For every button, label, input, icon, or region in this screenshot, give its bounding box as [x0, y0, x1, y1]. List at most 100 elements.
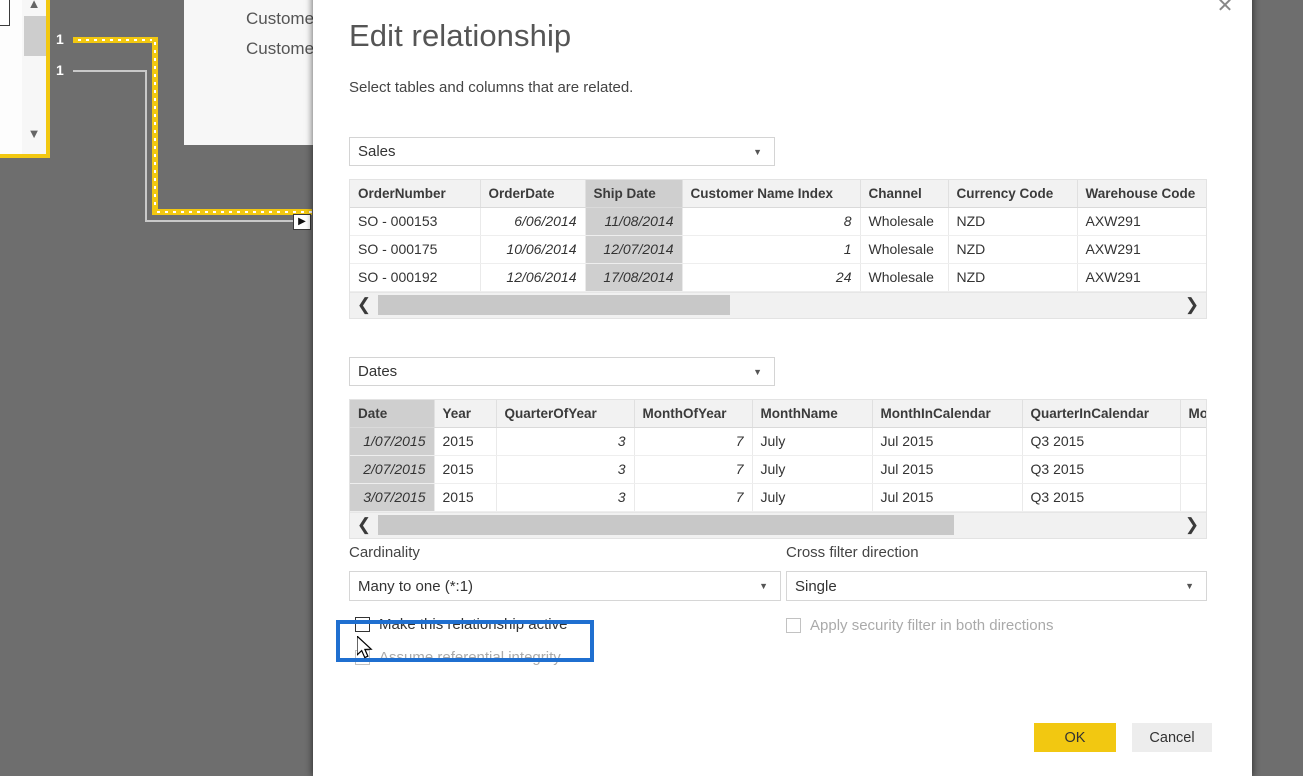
close-icon[interactable]: ✕ [1208, 0, 1242, 20]
cell: NZD [948, 263, 1078, 292]
to-col-header-truncated[interactable]: Mo [1180, 400, 1206, 428]
scrollbar-thumb[interactable] [378, 295, 730, 315]
cell: 8 [682, 207, 861, 236]
from-table: OrderNumber OrderDate Ship Date Customer… [350, 180, 1206, 292]
cardinality-label-1: 1 [56, 31, 64, 47]
relationship-arrow-right-icon[interactable]: ▶ [293, 214, 311, 230]
cell: Q3 2015 [1022, 455, 1181, 484]
table-row: SO - 000175 10/06/2014 12/07/2014 1 Whol… [350, 235, 1206, 264]
cell: SO - 000153 [350, 207, 481, 236]
from-table-select-value: Sales [358, 143, 396, 160]
cell: 3 [496, 427, 635, 456]
table-row: 2/07/2015 2015 3 7 July Jul 2015 Q3 2015 [350, 455, 1206, 484]
ok-button[interactable]: OK [1034, 723, 1116, 752]
chevron-down-icon: ▼ [1185, 581, 1194, 591]
apply-security-filter-label: Apply security filter in both directions [810, 617, 1054, 634]
edit-relationship-dialog: ✕ Edit relationship Select tables and co… [313, 0, 1252, 776]
table-row: 3/07/2015 2015 3 7 July Jul 2015 Q3 2015 [350, 483, 1206, 512]
make-relationship-active-label: Make this relationship active [379, 616, 568, 633]
to-table-select-value: Dates [358, 363, 398, 380]
from-col-header-shipdate[interactable]: Ship Date [585, 180, 683, 208]
cell: NZD [948, 235, 1078, 264]
relationship-line-selected[interactable] [73, 37, 158, 43]
table-row: 1/07/2015 2015 3 7 July Jul 2015 Q3 2015 [350, 427, 1206, 456]
relationship-line-inactive[interactable] [73, 70, 146, 72]
cell: 2015 [434, 427, 497, 456]
cell: 2/07/2015 [350, 455, 435, 484]
cell: Jul 2015 [872, 483, 1023, 512]
cardinality-value: Many to one (*:1) [358, 577, 474, 595]
cardinality-label-2: 1 [56, 62, 64, 78]
cell: 24 [682, 263, 861, 292]
table-row: SO - 000153 6/06/2014 11/08/2014 8 Whole… [350, 207, 1206, 236]
cell: Wholesale [860, 263, 949, 292]
scroll-right-icon[interactable]: ❯ [1178, 292, 1206, 318]
apply-security-filter-checkbox-row: Apply security filter in both directions [786, 617, 1053, 634]
relationship-line-selected[interactable] [152, 37, 158, 215]
from-col-header-ordernumber[interactable]: OrderNumber [350, 180, 481, 208]
to-col-header-monthofyear[interactable]: MonthOfYear [634, 400, 753, 428]
to-col-header-quarterincalendar[interactable]: QuarterInCalendar [1022, 400, 1181, 428]
cardinality-select[interactable]: Many to one (*:1) ▼ [349, 571, 781, 601]
cell: Wholesale [860, 235, 949, 264]
model-table-card-scrollbar[interactable]: ▲ ▼ [22, 0, 46, 154]
to-col-header-date[interactable]: Date [350, 400, 435, 428]
cell: SO - 000175 [350, 235, 481, 264]
scroll-right-icon[interactable]: ❯ [1178, 512, 1206, 538]
scrollbar-thumb[interactable] [378, 515, 954, 535]
scroll-left-icon[interactable]: ❮ [350, 292, 378, 318]
to-table-select[interactable]: Dates ▼ [349, 357, 775, 386]
from-table-select[interactable]: Sales ▼ [349, 137, 775, 166]
cell [1180, 455, 1206, 484]
cell: 1/07/2015 [350, 427, 435, 456]
from-table-horizontal-scrollbar[interactable]: ❮ ❯ [350, 291, 1206, 318]
dialog-title: Edit relationship [349, 18, 572, 53]
scroll-up-icon[interactable]: ▲ [22, 0, 46, 14]
dialog-subtitle: Select tables and columns that are relat… [349, 79, 634, 96]
cell: Q3 2015 [1022, 483, 1181, 512]
assume-referential-integrity-checkbox-row: Assume referential integrity [355, 649, 561, 666]
from-col-header-currencycode[interactable]: Currency Code [948, 180, 1078, 208]
from-col-header-warehousecode[interactable]: Warehouse Code [1077, 180, 1206, 208]
model-table-card-left-field-box [0, 0, 10, 26]
cell: July [752, 455, 873, 484]
relationship-line-selected[interactable] [152, 209, 312, 215]
to-col-header-monthname[interactable]: MonthName [752, 400, 873, 428]
to-col-header-year[interactable]: Year [434, 400, 497, 428]
to-table-preview-grid[interactable]: Date Year QuarterOfYear MonthOfYear Mont… [349, 399, 1207, 539]
relationship-line-inactive[interactable] [145, 70, 147, 222]
cell: 7 [634, 483, 753, 512]
to-table: Date Year QuarterOfYear MonthOfYear Mont… [350, 400, 1206, 512]
cross-filter-select[interactable]: Single ▼ [786, 571, 1207, 601]
to-table-horizontal-scrollbar[interactable]: ❮ ❯ [350, 511, 1206, 538]
cell: 11/08/2014 [585, 207, 683, 236]
to-col-header-quarterofyear[interactable]: QuarterOfYear [496, 400, 635, 428]
cross-filter-label: Cross filter direction [786, 544, 919, 561]
cell: 12/07/2014 [585, 235, 683, 264]
cell: 6/06/2014 [480, 207, 586, 236]
cell: July [752, 427, 873, 456]
scrollbar-track[interactable] [378, 515, 1178, 535]
cancel-button[interactable]: Cancel [1132, 723, 1212, 752]
to-col-header-monthincalendar[interactable]: MonthInCalendar [872, 400, 1023, 428]
cell: July [752, 483, 873, 512]
scrollbar-track[interactable] [378, 295, 1178, 315]
from-table-preview-grid[interactable]: OrderNumber OrderDate Ship Date Customer… [349, 179, 1207, 319]
from-col-header-customernameindex[interactable]: Customer Name Index [682, 180, 861, 208]
cell: NZD [948, 207, 1078, 236]
make-relationship-active-checkbox[interactable] [355, 617, 370, 632]
cell: Wholesale [860, 207, 949, 236]
chevron-down-icon: ▼ [753, 146, 762, 157]
chevron-down-icon: ▼ [753, 366, 762, 377]
scroll-left-icon[interactable]: ❮ [350, 512, 378, 538]
cell: Jul 2015 [872, 427, 1023, 456]
relationship-line-inactive[interactable] [145, 220, 310, 222]
scroll-down-icon[interactable]: ▼ [22, 124, 46, 144]
from-col-header-channel[interactable]: Channel [860, 180, 949, 208]
model-table-card-left[interactable]: ▲ ▼ [0, 0, 50, 158]
make-relationship-active-checkbox-row[interactable]: Make this relationship active [355, 616, 567, 633]
scrollbar-thumb[interactable] [24, 16, 46, 56]
assume-referential-integrity-checkbox [355, 650, 370, 665]
cardinality-label: Cardinality [349, 544, 420, 561]
from-col-header-orderdate[interactable]: OrderDate [480, 180, 586, 208]
